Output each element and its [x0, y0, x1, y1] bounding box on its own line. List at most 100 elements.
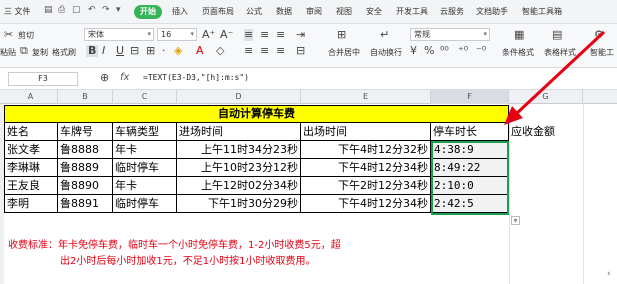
cell-plate[interactable]: 鲁8890: [58, 177, 113, 195]
tab-cloud[interactable]: 云服务: [440, 6, 464, 17]
column-header-c[interactable]: C: [113, 90, 177, 104]
cell-type[interactable]: 年卡: [113, 177, 177, 195]
align-right-icon[interactable]: ≡: [276, 45, 285, 57]
column-header-f[interactable]: F: [431, 90, 509, 104]
percent-icon[interactable]: %: [424, 45, 434, 57]
cell-entry-time[interactable]: 上午11时34分23秒: [177, 141, 301, 159]
underline-icon[interactable]: U: [116, 45, 124, 57]
cell-exit-time[interactable]: 下午2时12分34秒: [301, 177, 431, 195]
column-header-e[interactable]: E: [301, 90, 431, 104]
number-format-select[interactable]: 常规 ▾: [410, 28, 490, 41]
column-header-g[interactable]: G: [509, 90, 583, 104]
undo-icon[interactable]: ↶: [88, 5, 96, 15]
zoom-icon[interactable]: ⊕: [100, 72, 109, 84]
tab-data[interactable]: 数据: [276, 6, 292, 17]
sheet-title[interactable]: 自动计算停车费: [4, 105, 509, 123]
merge-center-button[interactable]: 合并居中: [328, 47, 360, 58]
wrap-text-button[interactable]: 自动换行: [370, 47, 402, 58]
smart-tool-button[interactable]: 智能工: [590, 47, 614, 58]
header-plate[interactable]: 车牌号: [58, 123, 113, 141]
header-entry-time[interactable]: 进场时间: [177, 123, 301, 141]
font-color-icon[interactable]: A: [196, 45, 204, 57]
grow-font-icon[interactable]: A⁺: [202, 29, 215, 41]
save-icon[interactable]: ▤: [44, 5, 53, 15]
decrease-decimal-icon[interactable]: ⁻⁰: [476, 45, 486, 57]
conditional-format-button[interactable]: 条件格式: [502, 47, 534, 58]
cell-entry-time[interactable]: 下午1时30分29秒: [177, 195, 301, 213]
scroll-indicator-icon[interactable]: ‹: [607, 268, 611, 280]
preview-icon[interactable]: ▢: [72, 5, 81, 15]
fx-icon[interactable]: fx: [120, 72, 129, 83]
cell-name[interactable]: 李琳琳: [4, 159, 58, 177]
indent-icon[interactable]: ⇥: [296, 29, 305, 41]
cell-name[interactable]: 王友良: [4, 177, 58, 195]
cell-entry-time[interactable]: 上午10时23分12秒: [177, 159, 301, 177]
clear-format-icon[interactable]: ◇: [216, 45, 224, 57]
header-amount[interactable]: 应收金额: [509, 123, 583, 141]
column-header-d[interactable]: D: [177, 90, 301, 104]
tab-security[interactable]: 安全: [366, 6, 382, 17]
tab-page-layout[interactable]: 页面布局: [202, 6, 234, 17]
align-center-icon[interactable]: ≡: [260, 45, 269, 57]
wrap-icon[interactable]: ↵: [380, 29, 389, 41]
bold-icon[interactable]: B: [86, 45, 99, 57]
cell-entry-time[interactable]: 上午12时02分34秒: [177, 177, 301, 195]
cell-type[interactable]: 年卡: [113, 141, 177, 159]
cut-button[interactable]: 剪切: [18, 30, 34, 41]
format-painter-button[interactable]: 格式刷: [52, 47, 76, 58]
tab-start[interactable]: 开始: [134, 5, 162, 19]
tab-doc-assistant[interactable]: 文档助手: [476, 6, 508, 17]
file-menu[interactable]: 三 文件: [4, 6, 31, 17]
name-box[interactable]: F3: [8, 72, 78, 86]
border-icon[interactable]: ⊞: [146, 45, 155, 57]
tab-formula[interactable]: 公式: [246, 6, 262, 17]
italic-icon[interactable]: I: [102, 45, 105, 57]
header-name[interactable]: 姓名: [4, 123, 58, 141]
cell-plate[interactable]: 鲁8889: [58, 159, 113, 177]
tab-developer[interactable]: 开发工具: [396, 6, 428, 17]
tab-review[interactable]: 审阅: [306, 6, 322, 17]
header-exit-time[interactable]: 出场时间: [301, 123, 431, 141]
increase-decimal-icon[interactable]: ⁺⁰: [458, 45, 468, 57]
redo-icon[interactable]: ↷: [102, 5, 110, 15]
align-bottom-icon[interactable]: ≡: [276, 29, 285, 41]
table-style-icon[interactable]: ▤: [552, 29, 562, 41]
align-left-icon[interactable]: ≡: [244, 45, 253, 57]
merge-icon[interactable]: ⊞: [337, 29, 346, 41]
strikethrough-icon[interactable]: ⊟: [130, 45, 139, 57]
paste-button[interactable]: 粘贴: [0, 47, 16, 58]
currency-icon[interactable]: ¥: [410, 45, 417, 57]
column-header-b[interactable]: B: [58, 90, 113, 104]
smart-tool-icon[interactable]: ⚙: [594, 29, 604, 41]
distribute-icon[interactable]: ⊟: [296, 45, 305, 57]
copy-button[interactable]: 复制: [32, 47, 48, 58]
cell-exit-time[interactable]: 下午4时12分34秒: [301, 195, 431, 213]
tab-view[interactable]: 视图: [336, 6, 352, 17]
align-top-icon[interactable]: ≡: [244, 29, 254, 41]
font-name-select[interactable]: 宋体 ▾: [84, 28, 154, 41]
conditional-format-icon[interactable]: ▦: [514, 29, 524, 41]
cell-name[interactable]: 李明: [4, 195, 58, 213]
align-middle-icon[interactable]: ≡: [260, 29, 269, 41]
cell-exit-time[interactable]: 下午4时12分34秒: [301, 159, 431, 177]
font-size-select[interactable]: 16 ▾: [157, 28, 197, 41]
copy-icon[interactable]: ⧉: [20, 45, 28, 57]
fill-color-icon[interactable]: ◈: [174, 45, 182, 57]
scissors-icon[interactable]: ✂: [4, 29, 13, 41]
tab-smart-toolbox[interactable]: 智能工具箱: [522, 6, 562, 17]
cell-type[interactable]: 临时停车: [113, 195, 177, 213]
table-style-button[interactable]: 表格样式: [544, 47, 576, 58]
print-icon[interactable]: ⎙: [58, 5, 65, 15]
thousands-icon[interactable]: ⁰⁰: [440, 45, 449, 57]
autofill-options-icon[interactable]: ▾: [511, 216, 520, 225]
formula-input[interactable]: =TEXT(E3-D3,"[h]:m:s"): [143, 73, 249, 82]
dropdown-icon[interactable]: ▾: [116, 5, 121, 15]
cell-name[interactable]: 张文孝: [4, 141, 58, 159]
column-header-a[interactable]: A: [4, 90, 58, 104]
cell-type[interactable]: 临时停车: [113, 159, 177, 177]
cell-plate[interactable]: 鲁8891: [58, 195, 113, 213]
cell-exit-time[interactable]: 下午4时12分32秒: [301, 141, 431, 159]
header-duration[interactable]: 停车时长: [431, 123, 509, 141]
shrink-font-icon[interactable]: A⁻: [220, 29, 233, 41]
header-type[interactable]: 车辆类型: [113, 123, 177, 141]
